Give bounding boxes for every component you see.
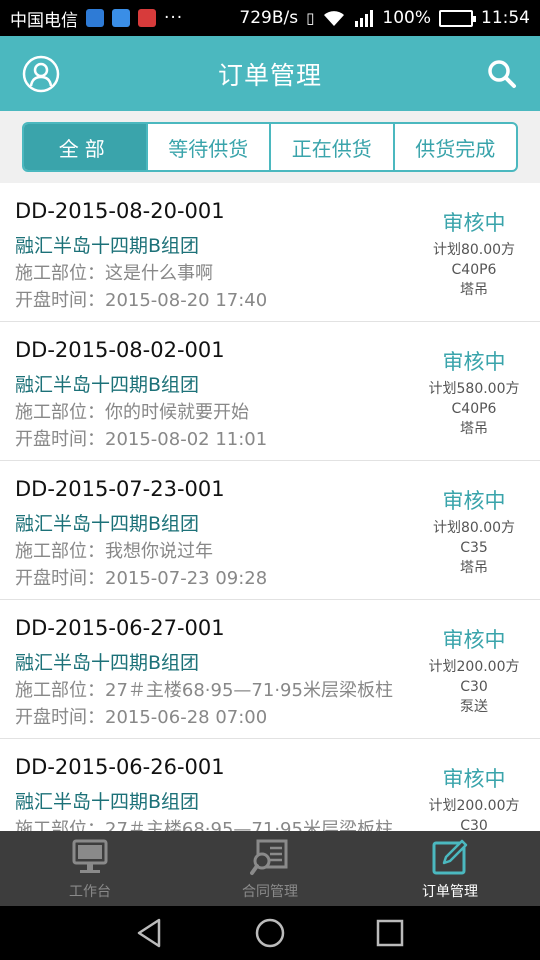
- nav-orders[interactable]: 订单管理: [360, 831, 540, 906]
- order-id: DD-2015-08-02-001: [15, 338, 225, 362]
- battery-icon: [439, 9, 476, 27]
- order-status: 审核中: [442, 767, 506, 791]
- order-method: 塔吊: [460, 560, 488, 576]
- usb-icon: [112, 9, 130, 27]
- contract-search-icon: [250, 839, 288, 875]
- nav-label: 合同管理: [242, 883, 298, 900]
- bottom-nav: 工作台 合同管理 订单管理: [0, 831, 540, 906]
- order-company: 融汇半岛十四期B组团: [15, 235, 200, 257]
- order-method: 泵送: [460, 699, 488, 715]
- page-title: 订单管理: [217, 60, 322, 90]
- status-bar: 中国电信 ··· 729B/s ▯ 100% 11:54: [0, 0, 540, 36]
- order-list[interactable]: DD-2015-08-20-001 融汇半岛十四期B组团 施工部位：这是什么事啊…: [0, 183, 540, 831]
- order-id: DD-2015-06-26-001: [15, 755, 225, 779]
- order-summary: 审核中 计划80.00方 C40P6 塔吊: [410, 207, 538, 300]
- order-grade: C40P6: [451, 262, 497, 278]
- order-id: DD-2015-07-23-001: [15, 477, 225, 501]
- nav-label: 工作台: [69, 883, 111, 900]
- order-company: 融汇半岛十四期B组团: [15, 652, 200, 674]
- recent-apps-icon[interactable]: [373, 916, 407, 950]
- order-date: 开盘时间：2015-06-28 07:00: [15, 707, 268, 728]
- order-status: 审核中: [442, 211, 506, 235]
- order-grade: C40P6: [451, 401, 497, 417]
- status-left: 中国电信 ···: [10, 6, 183, 31]
- order-grade: C30: [460, 818, 488, 831]
- app-header: 订单管理: [0, 36, 540, 111]
- order-item[interactable]: DD-2015-08-02-001 融汇半岛十四期B组团 施工部位：你的时候就要…: [0, 322, 540, 461]
- order-id: DD-2015-06-27-001: [15, 616, 225, 640]
- order-method: 塔吊: [460, 282, 488, 298]
- nav-label: 订单管理: [422, 883, 478, 900]
- order-method: 塔吊: [460, 421, 488, 437]
- order-company: 融汇半岛十四期B组团: [15, 513, 200, 535]
- order-company: 融汇半岛十四期B组团: [15, 791, 200, 813]
- order-item[interactable]: DD-2015-06-27-001 融汇半岛十四期B组团 施工部位：27＃主楼6…: [0, 600, 540, 739]
- order-summary: 审核中 计划200.00方 C30 泵送: [410, 624, 538, 717]
- notification-red-icon: [138, 9, 156, 27]
- order-company: 融汇半岛十四期B组团: [15, 374, 200, 396]
- more-notifications: ···: [164, 8, 184, 28]
- order-summary: 审核中 计划580.00方 C40P6 塔吊: [410, 346, 538, 439]
- wifi-icon: [324, 11, 345, 26]
- nav-contracts[interactable]: 合同管理: [180, 831, 360, 906]
- tab-all[interactable]: 全部: [24, 124, 146, 170]
- edit-icon: [432, 839, 468, 874]
- order-status: 审核中: [442, 628, 506, 652]
- order-date: 开盘时间：2015-08-02 11:01: [15, 429, 268, 450]
- order-grade: C30: [460, 679, 488, 695]
- clock: 11:54: [481, 8, 530, 28]
- order-site: 施工部位：我想你说过年: [15, 541, 213, 562]
- filter-tabs: 全部 等待供货 正在供货 供货完成: [22, 122, 518, 172]
- notification-app-icon: [86, 9, 104, 27]
- order-site: 施工部位：这是什么事啊: [15, 263, 213, 284]
- network-speed: 729B/s: [239, 8, 299, 28]
- order-plan: 计划80.00方: [432, 520, 516, 536]
- battery-percent: 100%: [382, 8, 431, 28]
- user-icon[interactable]: [22, 55, 60, 93]
- order-site: 施工部位：27＃主楼68·95—71·95米层梁板柱: [15, 680, 393, 701]
- order-plan: 计划80.00方: [432, 242, 516, 258]
- order-date: 开盘时间：2015-08-20 17:40: [15, 290, 268, 311]
- order-grade: C35: [460, 540, 488, 556]
- order-item[interactable]: DD-2015-07-23-001 融汇半岛十四期B组团 施工部位：我想你说过年…: [0, 461, 540, 600]
- order-status: 审核中: [442, 350, 506, 374]
- order-plan: 计划200.00方: [428, 659, 520, 675]
- tab-awaiting-supply[interactable]: 等待供货: [145, 124, 270, 170]
- order-site: 施工部位：27＃主楼68·95—71·95米层梁板柱: [15, 819, 393, 831]
- order-item[interactable]: DD-2015-06-26-001 融汇半岛十四期B组团 施工部位：27＃主楼6…: [0, 739, 540, 831]
- filter-tabs-area: 全部 等待供货 正在供货 供货完成: [0, 111, 540, 183]
- system-nav: [0, 906, 540, 960]
- order-id: DD-2015-08-20-001: [15, 199, 225, 223]
- order-status: 审核中: [442, 489, 506, 513]
- order-summary: 审核中 计划80.00方 C35 塔吊: [410, 485, 538, 578]
- order-summary: 审核中 计划200.00方 C30: [410, 763, 538, 831]
- order-date: 开盘时间：2015-07-23 09:28: [15, 568, 268, 589]
- monitor-icon: [72, 839, 108, 873]
- status-right: 729B/s ▯ 100% 11:54: [239, 8, 530, 28]
- order-site: 施工部位：你的时候就要开始: [15, 402, 249, 423]
- tab-supplying[interactable]: 正在供货: [269, 124, 393, 170]
- nav-workbench[interactable]: 工作台: [0, 831, 180, 906]
- search-icon[interactable]: [486, 58, 518, 90]
- order-plan: 计划580.00方: [428, 381, 520, 397]
- vibrate-icon: ▯: [306, 9, 315, 27]
- home-icon[interactable]: [253, 916, 287, 950]
- order-plan: 计划200.00方: [428, 798, 520, 814]
- back-icon[interactable]: [133, 916, 167, 950]
- order-item[interactable]: DD-2015-08-20-001 融汇半岛十四期B组团 施工部位：这是什么事啊…: [0, 183, 540, 322]
- carrier-label: 中国电信: [10, 10, 78, 31]
- signal-icon: [355, 10, 374, 27]
- tab-supply-complete[interactable]: 供货完成: [392, 124, 517, 170]
